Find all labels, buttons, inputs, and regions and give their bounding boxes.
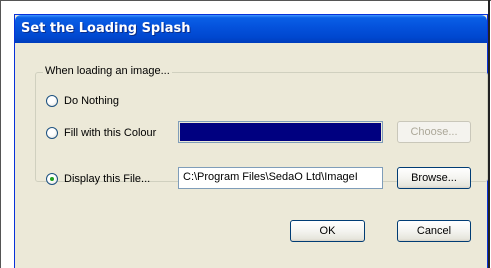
option-display-file[interactable]: Display this File...	[46, 171, 150, 187]
screen-border-left	[0, 0, 1, 268]
option-fill-colour-label: Fill with this Colour	[64, 127, 157, 139]
option-do-nothing[interactable]: Do Nothing	[46, 93, 119, 109]
option-do-nothing-label: Do Nothing	[64, 95, 120, 107]
screen-border-top	[0, 0, 491, 1]
browse-button[interactable]: Browse...	[397, 167, 471, 189]
ok-button[interactable]: OK	[290, 220, 365, 242]
dialog-titlebar[interactable]: Set the Loading Splash	[15, 15, 487, 43]
loading-splash-dialog: Set the Loading Splash When loading an i…	[14, 14, 488, 268]
option-fill-colour[interactable]: Fill with this Colour	[46, 125, 156, 141]
group-legend: When loading an image...	[43, 65, 172, 77]
option-display-file-label: Display this File...	[64, 173, 151, 185]
file-path-input[interactable]: C:\Program Files\SedaO Ltd\ImageI	[178, 167, 383, 189]
colour-swatch	[178, 121, 383, 143]
radio-button-icon[interactable]	[46, 127, 58, 139]
colour-swatch-fill	[180, 123, 381, 141]
dialog-title: Set the Loading Splash	[21, 21, 191, 36]
cancel-button[interactable]: Cancel	[397, 220, 471, 242]
screen-border-right	[488, 0, 490, 268]
choose-colour-button[interactable]: Choose...	[397, 121, 471, 143]
radio-button-icon[interactable]	[46, 173, 58, 185]
radio-button-icon[interactable]	[46, 95, 58, 107]
